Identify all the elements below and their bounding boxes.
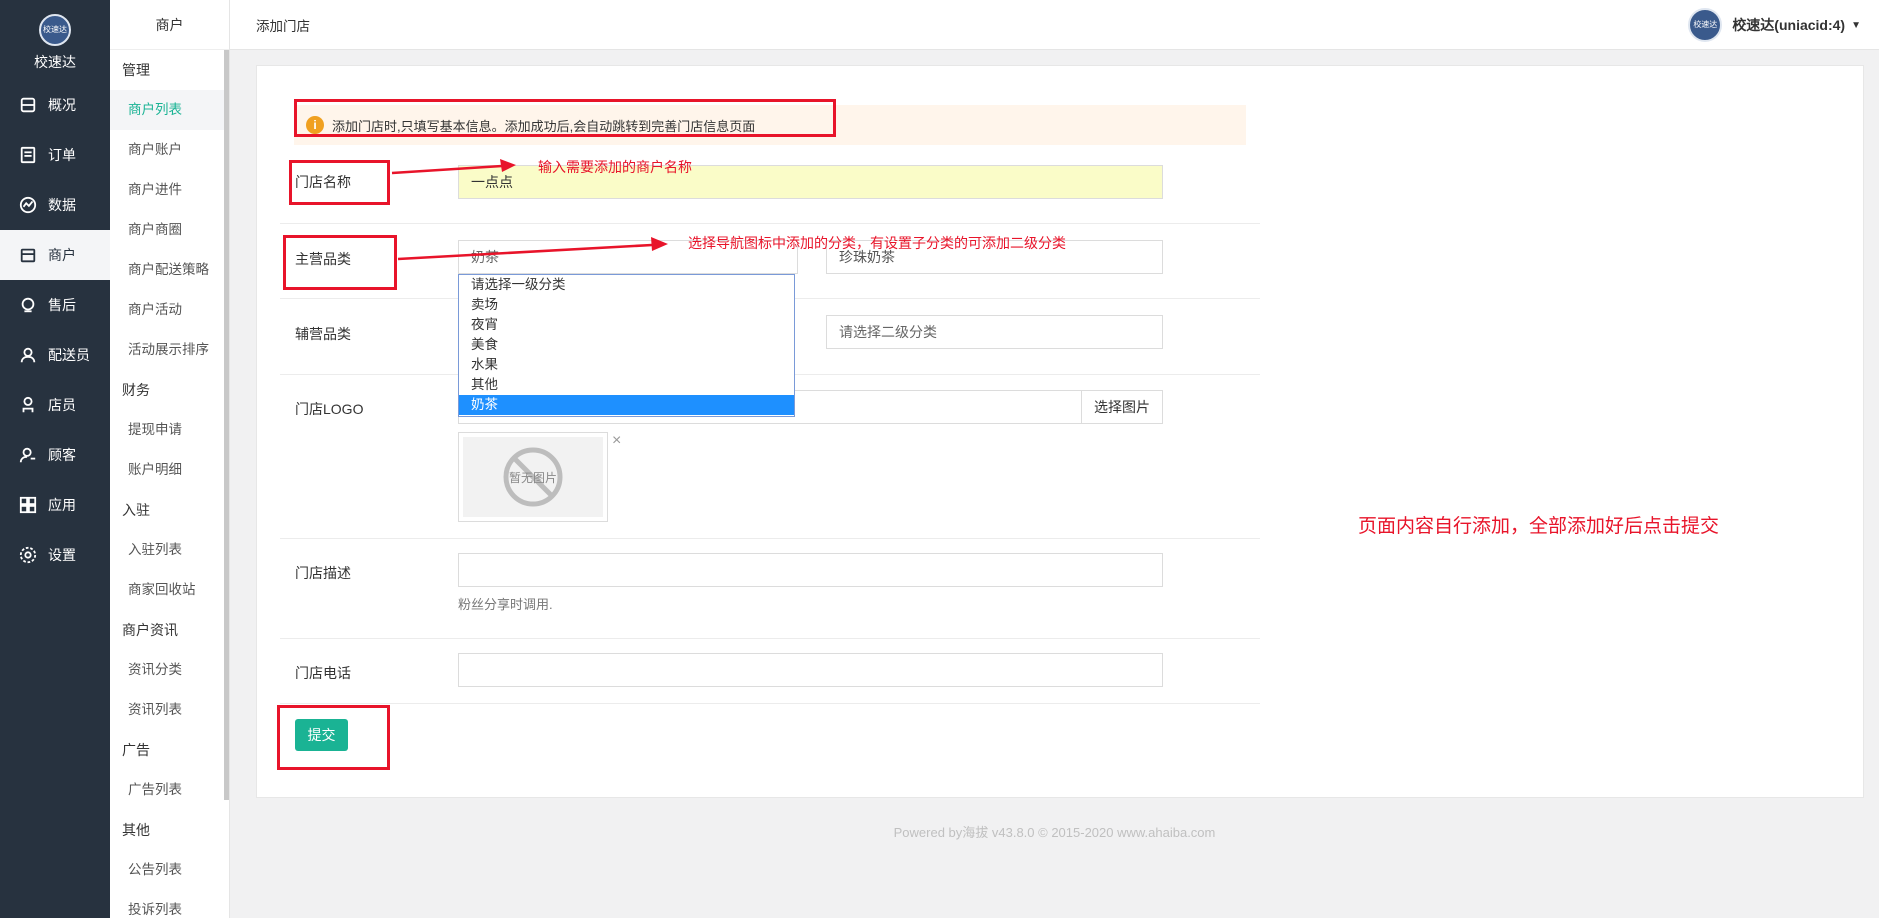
apps-icon [18,495,38,515]
no-image-text: 暂无图片 [508,470,557,485]
dropdown-option[interactable]: 其他 [459,375,794,395]
submenu-item[interactable]: 广告列表 [110,770,229,810]
data-icon [18,195,38,215]
user-name: 校速达(uniacid:4) [1732,17,1846,33]
submenu-item[interactable]: 入驻列表 [110,530,229,570]
category-dropdown[interactable]: 请选择一级分类 卖场 夜宵 美食 水果 其他 奶茶 [458,274,795,417]
nav-item-label: 配送员 [48,347,90,363]
submenu-group-header: 财务 [122,382,150,398]
divider [280,703,1260,704]
submit-highlight-box [277,705,390,770]
aftersale-icon [18,295,38,315]
phone-label: 门店电话 [295,665,351,681]
divider [280,538,1260,539]
store-name-highlight-box [289,160,390,205]
courier-icon [18,345,38,365]
category-annotation: 选择导航图标中添加的分类，有设置子分类的可添加二级分类 [688,235,1066,251]
desc-hint: 粉丝分享时调用. [458,597,553,612]
settings-icon [18,545,38,565]
submenu-item[interactable]: 商户进件 [110,170,229,210]
choose-image-button[interactable]: 选择图片 [1081,390,1163,424]
sub-menu: 商户 管理商户列表 商户账户 商户进件 商户商圈 商户配送策略 商户活动 活动展示排序财务提… [110,0,230,918]
submenu-group-header: 广告 [122,742,150,758]
nav-item-label: 设置 [48,547,76,563]
submenu-title: 商户 [110,0,229,50]
nav-item-staff[interactable]: 店员 [0,380,110,430]
brand-name: 校速达 [34,54,76,70]
nav-item-order[interactable]: 订单 [0,130,110,180]
submenu-item[interactable]: 活动展示排序 [110,330,229,370]
merchant-icon [18,245,38,265]
desc-input[interactable] [458,553,1163,587]
nav-item-data[interactable]: 数据 [0,180,110,230]
user-menu[interactable]: 校速达 校速达(uniacid:4) ▼ [1688,8,1861,42]
chevron-down-icon: ▼ [1851,19,1861,31]
submenu-group-header: 商户资讯 [122,622,178,638]
name-annotation: 输入需要添加的商户名称 [538,159,692,175]
submenu-item[interactable]: 商户活动 [110,290,229,330]
nav-item-label: 商户 [48,247,76,263]
logo-icon: 校速达 [39,14,71,46]
phone-input[interactable] [458,653,1163,687]
submenu-item[interactable]: 资讯列表 [110,690,229,730]
nav-item-settings[interactable]: 设置 [0,530,110,580]
nav-item-apps[interactable]: 应用 [0,480,110,530]
submenu-item[interactable]: 商户商圈 [110,210,229,250]
submenu-item[interactable]: 商户列表 [110,90,229,130]
brand-logo[interactable]: 校速达 校速达 [0,0,110,80]
dropdown-option[interactable]: 奶茶 [459,395,794,415]
sub-subcategory-select[interactable]: 请选择二级分类 [826,315,1163,349]
submenu-item[interactable]: 投诉列表 [110,890,229,918]
submenu-item[interactable]: 提现申请 [110,410,229,450]
dropdown-option[interactable]: 卖场 [459,295,794,315]
submenu-item[interactable]: 资讯分类 [110,650,229,690]
nav-item-customer[interactable]: 顾客 [0,430,110,480]
order-icon [18,145,38,165]
submenu-group-header: 管理 [122,62,150,78]
nav-item-overview[interactable]: 概况 [0,80,110,130]
nav-item-aftersale[interactable]: 售后 [0,280,110,330]
main-nav: 校速达 校速达 概况订单数据商户售后配送员店员顾客应用设置 [0,0,110,918]
close-icon[interactable]: × [612,432,621,450]
dropdown-option[interactable]: 水果 [459,355,794,375]
submenu-item[interactable]: 商户配送策略 [110,250,229,290]
page-title: 添加门店 [256,18,310,34]
nav-item-courier[interactable]: 配送员 [0,330,110,380]
submit-annotation: 页面内容自行添加，全部添加好后点击提交 [1358,516,1720,537]
divider [280,638,1260,639]
submenu-group-header: 其他 [122,822,150,838]
logo-label: 门店LOGO [295,401,364,417]
sub-category-label: 辅营品类 [295,326,351,342]
divider [280,223,1260,224]
top-bar: 添加门店 校速达 校速达(uniacid:4) ▼ [230,0,1879,50]
nav-item-label: 应用 [48,497,76,513]
nav-item-label: 店员 [48,397,76,413]
alert-highlight-box [294,99,836,137]
staff-icon [18,395,38,415]
nav-item-label: 概况 [48,97,76,113]
overview-icon [18,95,38,115]
customer-icon [18,445,38,465]
nav-item-label: 订单 [48,147,76,163]
nav-item-merchant[interactable]: 商户 [0,230,110,280]
avatar: 校速达 [1688,8,1723,42]
submenu-item[interactable]: 账户明细 [110,450,229,490]
submenu-scrollbar[interactable] [224,50,229,800]
desc-label: 门店描述 [295,565,351,581]
dropdown-option[interactable]: 夜宵 [459,315,794,335]
nav-item-label: 顾客 [48,447,76,463]
footer-text: Powered by海拔 v43.8.0 © 2015-2020 www.aha… [893,825,1216,840]
submenu-item[interactable]: 商户账户 [110,130,229,170]
nav-item-label: 数据 [48,197,76,213]
submenu-item[interactable]: 商家回收站 [110,570,229,610]
submenu-item[interactable]: 公告列表 [110,850,229,890]
logo-thumbnail: 暂无图片 [458,432,608,522]
nav-item-label: 售后 [48,297,76,313]
dropdown-option[interactable]: 请选择一级分类 [459,275,794,295]
submenu-group-header: 入驻 [122,502,150,518]
dropdown-option[interactable]: 美食 [459,335,794,355]
category-highlight-box [283,235,397,290]
